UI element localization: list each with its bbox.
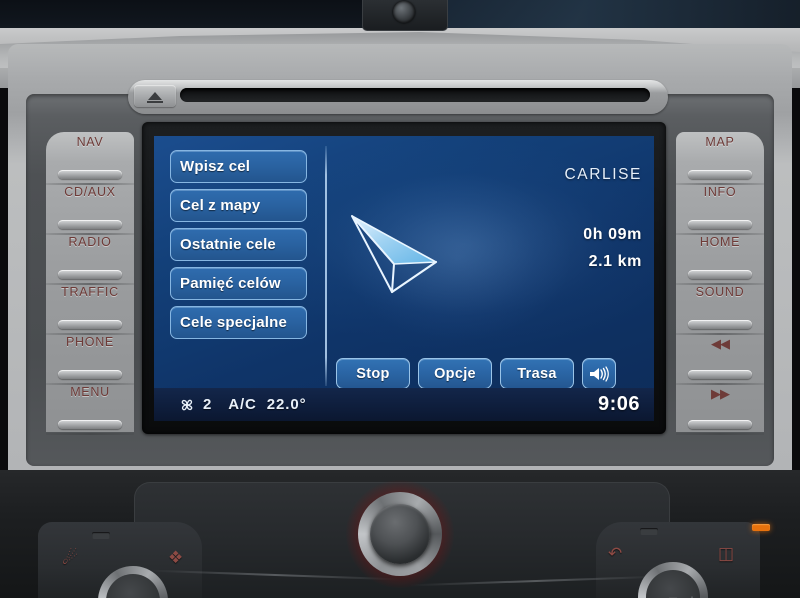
cd-slot[interactable] [180,88,650,102]
map-panel[interactable]: CARLISE 0h 09m 2.1 km [330,144,648,388]
fan-icon [181,399,193,410]
menu-item-destination-memory[interactable]: Pamięć celów [170,267,307,300]
hazard-light-icon [393,1,415,23]
hw-button-ridge[interactable] [688,370,752,379]
action-button-label: Opcje [434,365,476,382]
climate-control-panel: ☄ ❖ - + ↓ ↶ ◫ - + ☰ AC [0,470,800,598]
menu-item-special-destinations[interactable]: Cele specjalne [170,306,307,339]
navigation-display[interactable]: Wpisz cel Cel z mapy Ostatnie cele Pamięć c… [154,136,654,421]
eject-icon-bar [147,100,163,103]
menu-item-recent-destinations[interactable]: Ostatnie cele [170,228,307,261]
hw-button-label: NAV [76,135,104,149]
hw-button-info[interactable]: INFO [676,182,764,235]
hw-button-map[interactable]: MAP [676,132,764,185]
volume-power-knob[interactable] [370,504,430,564]
estimated-time: 0h 09m [583,226,642,243]
hw-button-ridge[interactable] [688,270,752,279]
front-defrost-icon[interactable]: ☄ [62,548,78,569]
hw-button-ridge[interactable] [688,170,752,179]
route-info: CARLISE 0h 09m 2.1 km [564,166,642,271]
fan-speed-value: 2 [203,396,213,413]
action-button-label: Stop [356,365,390,382]
remaining-distance: 2.1 km [588,253,642,270]
hw-button-ridge[interactable] [58,220,122,229]
hw-button-label: MENU [70,385,110,399]
ac-label: A/C [228,396,257,413]
action-button-route[interactable]: Trasa [500,358,574,389]
hw-button-label: RADIO [68,235,112,249]
menu-item-label: Cele specjalne [180,314,288,331]
navigation-arrow-icon [344,206,456,298]
destination-menu-panel: Wpisz cel Cel z mapy Ostatnie cele Pamięć c… [154,136,322,388]
hw-button-ridge[interactable] [58,320,122,329]
ac-minus-label: - [651,594,654,598]
temperature-value: 22.0° [266,396,307,413]
recirculate-led [640,528,658,535]
previous-track-icon: ◀◀ [711,336,730,351]
car-infotainment-screenshot: NAV CD/AUX RADIO TRAFFIC PHONE MENU MAP INFO HO… [0,0,800,598]
hw-button-ridge[interactable] [58,170,122,179]
right-button-column: MAP INFO HOME SOUND ◀◀ ▶▶ [676,132,764,435]
hw-button-ridge[interactable] [688,220,752,229]
action-button-row: Stop Opcje Trasa [336,358,616,389]
hazard-light-button[interactable] [362,0,448,31]
fan-icon-left[interactable]: ❖ [168,548,183,568]
hw-button-sound[interactable]: SOUND [676,282,764,335]
menu-item-label: Pamięć celów [180,275,281,292]
menu-item-label: Cel z mapy [180,197,261,214]
status-left-group: 2 A/C 22.0° [178,396,307,414]
menu-item-label: Wpisz cel [180,158,251,175]
hw-button-ridge[interactable] [688,320,752,329]
hw-button-ridge[interactable] [58,370,122,379]
hw-button-separator [676,433,764,435]
display-bezel: Wpisz cel Cel z mapy Ostatnie cele Pamięć c… [142,122,666,434]
clock: 9:06 [597,393,640,415]
hw-button-phone[interactable]: PHONE [46,332,134,385]
eject-icon [148,92,162,100]
ac-plus-label: + [689,594,695,598]
hw-button-label: TRAFFIC [61,285,119,299]
hw-button-label: PHONE [66,335,114,349]
volume-button[interactable] [582,358,616,389]
hw-button-cd-aux[interactable]: CD/AUX [46,182,134,235]
action-button-options[interactable]: Opcje [418,358,492,389]
menu-item-label: Ostatnie cele [180,236,276,253]
hw-button-previous-track[interactable]: ◀◀ [676,332,764,385]
hw-button-home[interactable]: HOME [676,232,764,285]
hw-button-label: HOME [699,235,741,249]
air-recirculation-icon[interactable]: ↶ [608,544,622,564]
menu-item-enter-destination[interactable]: Wpisz cel [170,150,307,183]
menu-item-destination-from-map[interactable]: Cel z mapy [170,189,307,222]
cd-eject-button[interactable] [134,85,176,107]
action-button-stop[interactable]: Stop [336,358,410,389]
action-button-label: Trasa [517,365,557,382]
hw-button-separator [46,433,134,435]
hw-button-ridge[interactable] [688,420,752,429]
hw-button-label: INFO [703,185,737,199]
destination-name: CARLISE [564,166,642,183]
hw-button-label: MAP [705,135,735,149]
speaker-volume-icon [590,365,609,382]
rear-defrost-led [752,524,770,531]
hw-button-menu[interactable]: MENU [46,382,134,435]
climate-status-bar: 2 A/C 22.0° 9:06 [154,388,654,421]
cd-slot-assembly [128,80,668,114]
next-track-icon: ▶▶ [711,386,730,401]
left-button-column: NAV CD/AUX RADIO TRAFFIC PHONE MENU [46,132,134,435]
hw-button-ridge[interactable] [58,270,122,279]
hw-button-ridge[interactable] [58,420,122,429]
hw-button-radio[interactable]: RADIO [46,232,134,285]
hw-button-label: CD/AUX [64,185,116,199]
hw-button-label: SOUND [695,285,745,299]
panel-divider [325,146,327,386]
temperature-dial-icon: ↓ [130,594,137,598]
hw-button-nav[interactable]: NAV [46,132,134,185]
hw-button-traffic[interactable]: TRAFFIC [46,282,134,335]
front-defrost-led [92,532,110,539]
hw-button-next-track[interactable]: ▶▶ [676,382,764,435]
rear-defrost-icon[interactable]: ◫ [718,544,734,564]
